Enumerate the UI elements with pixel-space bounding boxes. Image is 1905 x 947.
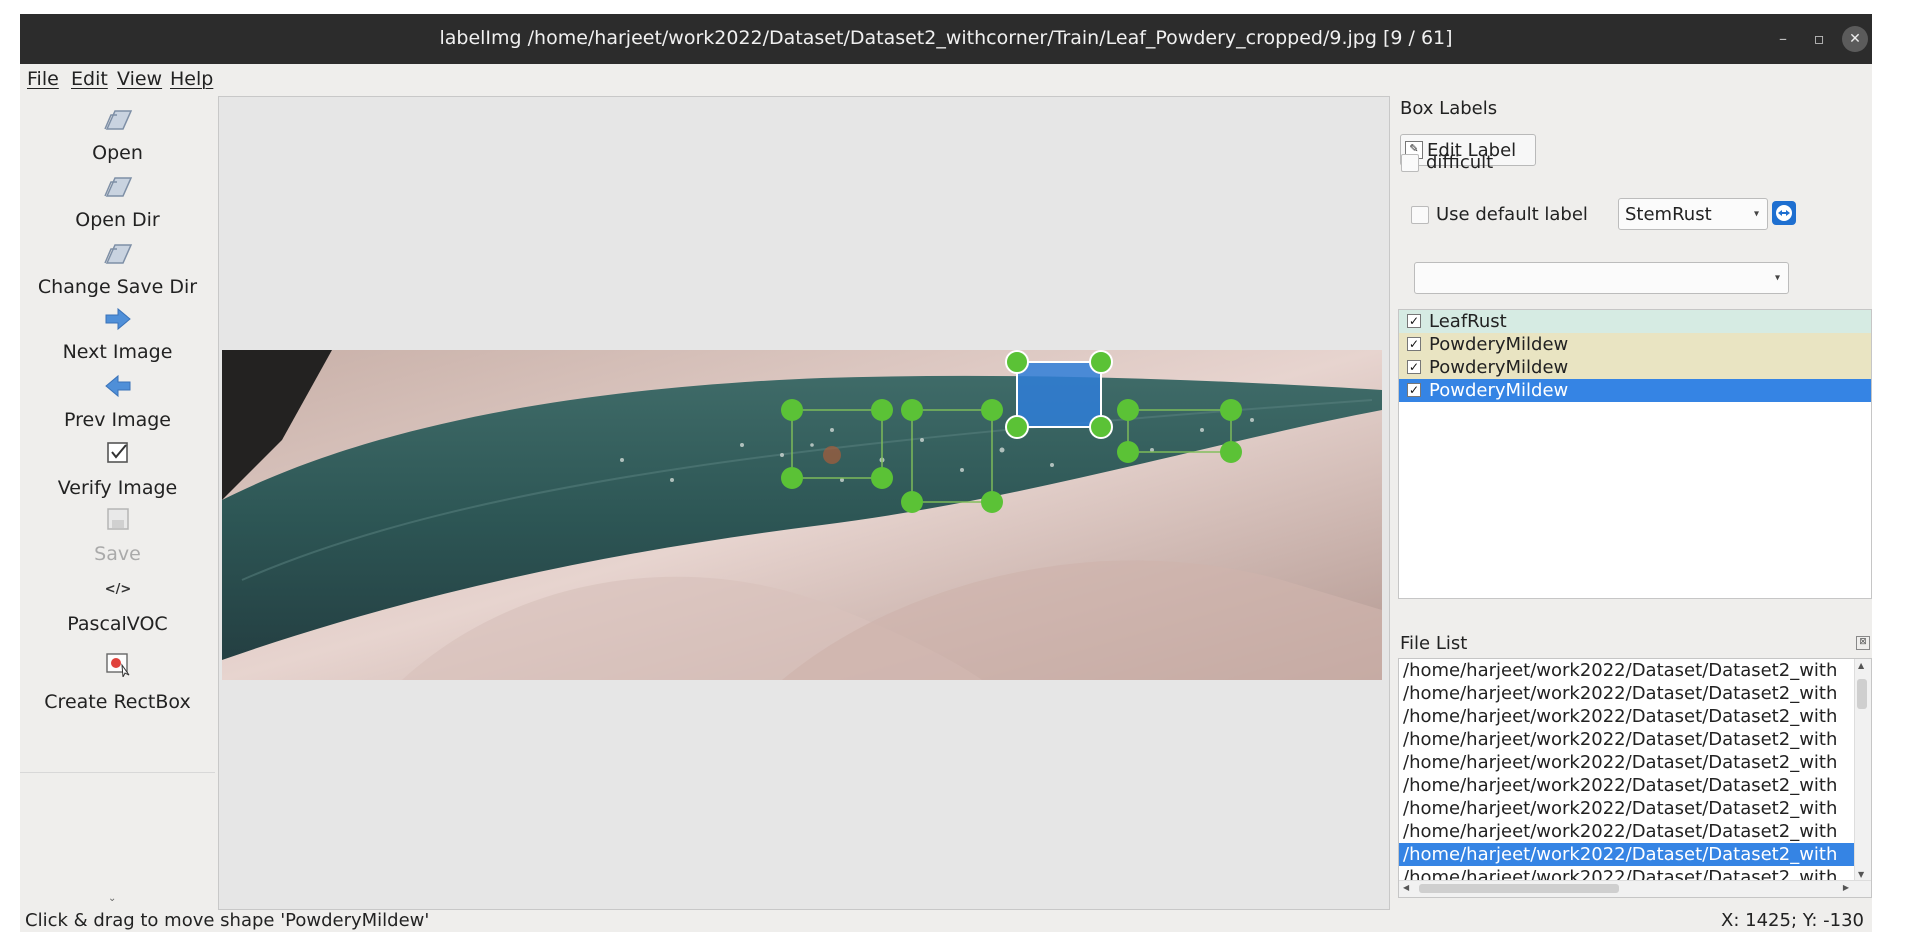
file-item[interactable]: /home/harjeet/work2022/Dataset/Dataset2_… xyxy=(1399,774,1855,797)
file-item-selected[interactable]: /home/harjeet/work2022/Dataset/Dataset2_… xyxy=(1399,843,1855,866)
toolbar-label: Verify Image xyxy=(57,477,178,499)
toolbar-label: Save xyxy=(94,543,141,565)
label-text: PowderyMildew xyxy=(1429,334,1569,355)
status-bar: Click & drag to move shape 'PowderyMilde… xyxy=(20,908,1872,932)
scroll-left-icon[interactable]: ◀ xyxy=(1403,883,1409,892)
code-icon: </> xyxy=(104,581,132,597)
arrow-left-icon xyxy=(100,368,136,404)
title-bar: labelImg /home/harjeet/work2022/Dataset/… xyxy=(20,14,1872,64)
chevron-down-icon: ▾ xyxy=(1774,272,1780,284)
label-filter-select[interactable]: ▾ xyxy=(1414,262,1789,294)
label-checkbox[interactable]: ✓ xyxy=(1407,360,1421,374)
image-canvas[interactable] xyxy=(218,96,1390,910)
file-item[interactable]: /home/harjeet/work2022/Dataset/Dataset2_… xyxy=(1399,659,1855,682)
difficult-checkbox[interactable] xyxy=(1401,154,1419,172)
label-item-selected[interactable]: ✓ PowderyMildew xyxy=(1399,379,1871,402)
chevron-down-icon: ▾ xyxy=(1753,208,1759,220)
status-message: Click & drag to move shape 'PowderyMilde… xyxy=(25,910,430,931)
toolbar-label: Next Image xyxy=(62,341,173,363)
labelimg-window: labelImg /home/harjeet/work2022/Dataset/… xyxy=(20,14,1872,932)
leaf-image[interactable] xyxy=(222,350,1382,680)
scroll-thumb[interactable] xyxy=(1419,884,1619,893)
label-checkbox[interactable]: ✓ xyxy=(1407,337,1421,351)
file-item[interactable]: /home/harjeet/work2022/Dataset/Dataset2_… xyxy=(1399,820,1855,843)
label-item[interactable]: ✓ PowderyMildew xyxy=(1399,333,1871,356)
box-labels-title: Box Labels xyxy=(1400,98,1498,119)
toolbar-label: PascalVOC xyxy=(67,613,168,635)
folder-open-icon xyxy=(100,169,136,205)
rectbox-icon xyxy=(100,646,136,682)
minimize-icon[interactable]: – xyxy=(1770,26,1796,52)
label-checkbox[interactable]: ✓ xyxy=(1407,383,1421,397)
label-item[interactable]: ✓ PowderyMildew xyxy=(1399,356,1871,379)
folder-open-icon xyxy=(100,102,136,138)
file-list-horizontal-scrollbar[interactable]: ◀ ▶ xyxy=(1399,880,1871,897)
file-item[interactable]: /home/harjeet/work2022/Dataset/Dataset2_… xyxy=(1399,751,1855,774)
use-default-label-text: Use default label xyxy=(1436,204,1588,225)
menu-edit[interactable]: Edit xyxy=(71,68,108,90)
toolbar-label: Open Dir xyxy=(75,209,160,231)
scroll-right-icon[interactable]: ▶ xyxy=(1843,883,1849,892)
default-label-value: StemRust xyxy=(1625,204,1712,225)
menu-view[interactable]: View xyxy=(117,68,162,90)
label-checkbox[interactable]: ✓ xyxy=(1407,314,1421,328)
expand-arrows-icon[interactable] xyxy=(1772,201,1796,225)
window-title: labelImg /home/harjeet/work2022/Dataset/… xyxy=(439,27,1453,49)
menu-help[interactable]: Help xyxy=(170,68,213,90)
toolbar-label: Prev Image xyxy=(64,409,171,431)
menu-bar: File Edit View Help xyxy=(20,64,1872,94)
toolbar-label: Create RectBox xyxy=(44,691,191,713)
default-label-select[interactable]: StemRust ▾ xyxy=(1618,198,1768,230)
chevron-down-icon[interactable]: ⌄ xyxy=(108,893,116,904)
right-panel: Box Labels ✎ Edit Label difficult Use de… xyxy=(1396,96,1872,908)
file-list-vertical-scrollbar[interactable]: ▲ ▼ xyxy=(1854,659,1871,881)
toolbar-label: Open xyxy=(92,142,143,164)
arrow-right-icon xyxy=(100,301,136,337)
difficult-label: difficult xyxy=(1426,152,1494,173)
toolbar-label: Change Save Dir xyxy=(37,276,198,298)
file-list[interactable]: /home/harjeet/work2022/Dataset/Dataset2_… xyxy=(1398,658,1872,898)
label-list[interactable]: ✓ LeafRust ✓ PowderyMildew ✓ PowderyMild… xyxy=(1398,309,1872,599)
file-item[interactable]: /home/harjeet/work2022/Dataset/Dataset2_… xyxy=(1399,682,1855,705)
undock-icon[interactable]: ⊠ xyxy=(1856,636,1870,650)
menu-file[interactable]: File xyxy=(27,68,59,90)
file-item[interactable]: /home/harjeet/work2022/Dataset/Dataset2_… xyxy=(1399,705,1855,728)
label-text: PowderyMildew xyxy=(1429,357,1569,378)
file-item[interactable]: /home/harjeet/work2022/Dataset/Dataset2_… xyxy=(1399,797,1855,820)
file-item[interactable]: /home/harjeet/work2022/Dataset/Dataset2_… xyxy=(1399,728,1855,751)
label-text: LeafRust xyxy=(1429,311,1507,332)
use-default-label-checkbox[interactable] xyxy=(1411,206,1429,224)
maximize-icon[interactable]: ▫ xyxy=(1806,26,1832,52)
scroll-thumb[interactable] xyxy=(1857,679,1867,709)
scroll-down-icon[interactable]: ▼ xyxy=(1858,870,1864,879)
toolbar: Open Open Dir Change Save Dir Next Image… xyxy=(20,96,215,906)
checkbox-icon xyxy=(100,435,136,471)
save-icon xyxy=(100,501,136,537)
cursor-coordinates: X: 1425; Y: -130 xyxy=(1721,910,1864,931)
label-item[interactable]: ✓ LeafRust xyxy=(1399,310,1871,333)
label-text: PowderyMildew xyxy=(1429,380,1569,401)
toolbar-divider xyxy=(20,772,215,773)
close-icon[interactable]: ✕ xyxy=(1842,26,1868,52)
scroll-up-icon[interactable]: ▲ xyxy=(1858,661,1864,670)
folder-open-icon xyxy=(100,236,136,272)
file-list-title: File List xyxy=(1400,633,1468,654)
